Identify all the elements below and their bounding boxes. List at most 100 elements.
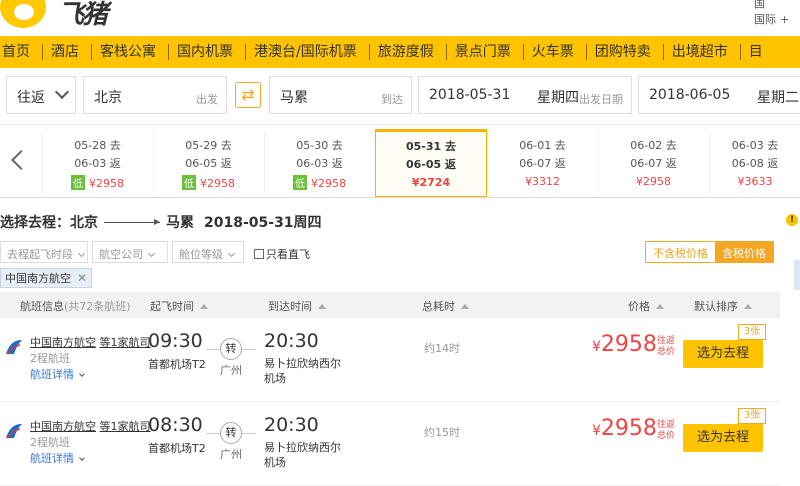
route-destination: 马累: [166, 215, 194, 231]
flight-legs: 2程航班: [30, 352, 70, 365]
tickets-left-badge: 3张: [738, 324, 766, 340]
logo-text[interactable]: 飞猪: [58, 0, 108, 31]
fliggy-logo-icon[interactable]: [0, 0, 46, 28]
nav-vacation[interactable]: 旅游度假: [370, 44, 447, 60]
swap-cities-button[interactable]: ⇄: [235, 82, 261, 108]
search-bar: 往返 北京 出发 ⇄ 马累 到达 2018-05-31 星期四 出发日期 201…: [0, 76, 800, 116]
airline-label[interactable]: 中国南方航空: [30, 336, 96, 349]
prev-dates-button[interactable]: [0, 125, 40, 197]
col-duration-sort[interactable]: 总耗时: [422, 298, 469, 314]
info-icon[interactable]: !: [786, 214, 798, 226]
route-date: 2018-05-31周四: [204, 215, 322, 231]
nonstop-checkbox[interactable]: 只看直飞: [254, 246, 310, 262]
header-link-1[interactable]: 国: [754, 0, 800, 12]
from-city-value: 北京: [94, 90, 122, 106]
nav-tickets[interactable]: 景点门票: [447, 44, 524, 60]
depart-date-input[interactable]: 2018-05-31 星期四 出发日期: [418, 76, 632, 114]
date-option[interactable]: 06-02 去 06-07 返 ¥2958: [598, 131, 708, 193]
return-date-value: 2018-06-05: [649, 87, 731, 103]
price-note: 往返总价: [657, 336, 676, 357]
date-back: 06-07 返: [630, 157, 677, 170]
date-option[interactable]: 06-03 去 06-08 返 ¥3633: [709, 131, 800, 193]
flight-row: 中国南方航空 等1家航司 2程航班 航班详情 09:30 首都机场T2 转 广州…: [0, 318, 780, 402]
date-price: ¥2958: [200, 177, 235, 190]
sort-icon: [318, 304, 326, 309]
header-link-intl[interactable]: 国际: [754, 12, 776, 28]
nav-group-deals[interactable]: 团购特卖: [587, 44, 664, 60]
date-back: 06-03 返: [296, 157, 343, 170]
transfer-badge: 转: [220, 338, 242, 360]
airline-partners[interactable]: 等1家航司: [100, 420, 151, 433]
trip-type-select[interactable]: 往返: [6, 76, 76, 114]
select-outbound-button[interactable]: 选为去程: [683, 424, 763, 452]
tickets-left-badge: 3张: [738, 408, 766, 424]
arrow-right-icon: [104, 218, 160, 225]
date-option[interactable]: 06-01 去 06-07 返 ¥3312: [487, 131, 597, 193]
tax-price-toggle: 不含税价格 含税价格: [645, 241, 774, 263]
chevron-down-icon: [227, 249, 236, 258]
site-header: 飞猪 国 国际 +: [0, 0, 800, 36]
nav-intl-flights[interactable]: 港澳台/国际机票: [246, 44, 370, 60]
date-go: 05-30 去: [296, 139, 343, 152]
filter-cabin[interactable]: 舱位等级: [172, 241, 244, 263]
chevron-down-icon: [79, 371, 85, 377]
depart-date-value: 2018-05-31: [429, 87, 511, 103]
flight-duration: 约14时: [424, 342, 460, 355]
nav-more[interactable]: 目: [741, 44, 775, 60]
col-label: 默认排序: [694, 300, 738, 313]
nav-outbound-market[interactable]: 出境超市: [664, 44, 741, 60]
nav-home[interactable]: 首页: [0, 44, 43, 60]
main-nav: 首页 酒店 客栈公寓 国内机票 港澳台/国际机票 旅游度假 景点门票 火车票 团…: [0, 36, 800, 68]
price-incl-tax-option[interactable]: 含税价格: [715, 242, 773, 262]
flight-detail-link[interactable]: 航班详情: [30, 450, 85, 466]
departure-airport: 首都机场T2: [148, 358, 206, 371]
airline-label[interactable]: 中国南方航空: [30, 420, 96, 433]
date-option[interactable]: 05-28 去 06-03 返 低 ¥2958: [42, 131, 152, 193]
swap-icon: ⇄: [241, 85, 255, 104]
nav-inn[interactable]: 客栈公寓: [92, 44, 169, 60]
nav-train[interactable]: 火车票: [524, 44, 587, 60]
route-origin: 选择去程：北京: [0, 215, 98, 231]
flight-legs: 2程航班: [30, 436, 70, 449]
date-back: 06-05 返: [185, 157, 232, 170]
departure-time: 08:30: [148, 414, 203, 436]
filter-airline[interactable]: 航空公司: [92, 241, 168, 263]
departure-airport: 首都机场T2: [148, 442, 206, 455]
china-southern-logo-icon: [6, 340, 22, 355]
date-go: 06-03 去: [731, 139, 779, 152]
filter-dep-time[interactable]: 去程起飞时段: [0, 241, 88, 263]
date-go: 06-02 去: [630, 139, 677, 152]
date-price: ¥2724: [411, 176, 451, 189]
airline-partners[interactable]: 等1家航司: [100, 336, 151, 349]
col-price-sort[interactable]: 价格: [628, 298, 664, 314]
nav-hotel[interactable]: 酒店: [43, 44, 92, 60]
flight-detail-link[interactable]: 航班详情: [30, 366, 85, 382]
close-icon[interactable]: ✕: [77, 271, 87, 285]
col-arr-sort[interactable]: 到达时间: [268, 298, 326, 314]
airline-name: 中国南方航空 等1家航司: [30, 334, 151, 350]
date-option[interactable]: 05-29 去 06-05 返 低 ¥2958: [153, 131, 263, 193]
from-city-input[interactable]: 北京 出发: [83, 76, 227, 114]
col-label: 价格: [628, 300, 650, 313]
depart-weekday: 星期四: [537, 90, 579, 106]
col-default-sort[interactable]: 默认排序: [694, 298, 752, 314]
date-option[interactable]: 05-30 去 06-03 返 低 ¥2958: [264, 131, 374, 193]
to-city-value: 马累: [280, 90, 308, 106]
col-dep-sort[interactable]: 起飞时间: [150, 298, 208, 314]
return-date-input[interactable]: 2018-06-05 星期二: [638, 76, 800, 114]
header-link-more[interactable]: +: [780, 12, 789, 28]
to-city-input[interactable]: 马累 到达: [269, 76, 412, 114]
filter-label: 去程起飞时段: [7, 248, 73, 261]
date-option-selected[interactable]: 05-31 去 06-05 返 ¥2724: [375, 129, 487, 197]
price-excl-tax-option[interactable]: 不含税价格: [646, 242, 715, 262]
flight-count: (共72条航班): [64, 300, 131, 313]
col-flight-info: 航班信息(共72条航班): [20, 298, 131, 314]
select-outbound-button[interactable]: 选为去程: [683, 340, 763, 368]
chevron-left-icon: [11, 150, 31, 170]
route-title: 选择去程：北京 马累 2018-05-31周四: [0, 212, 322, 232]
nav-domestic-flights[interactable]: 国内机票: [169, 44, 246, 60]
sort-icon: [200, 304, 208, 309]
transfer-city: 广州: [220, 364, 242, 377]
flight-duration: 约15时: [424, 426, 460, 439]
price-note: 往返总价: [657, 420, 676, 441]
